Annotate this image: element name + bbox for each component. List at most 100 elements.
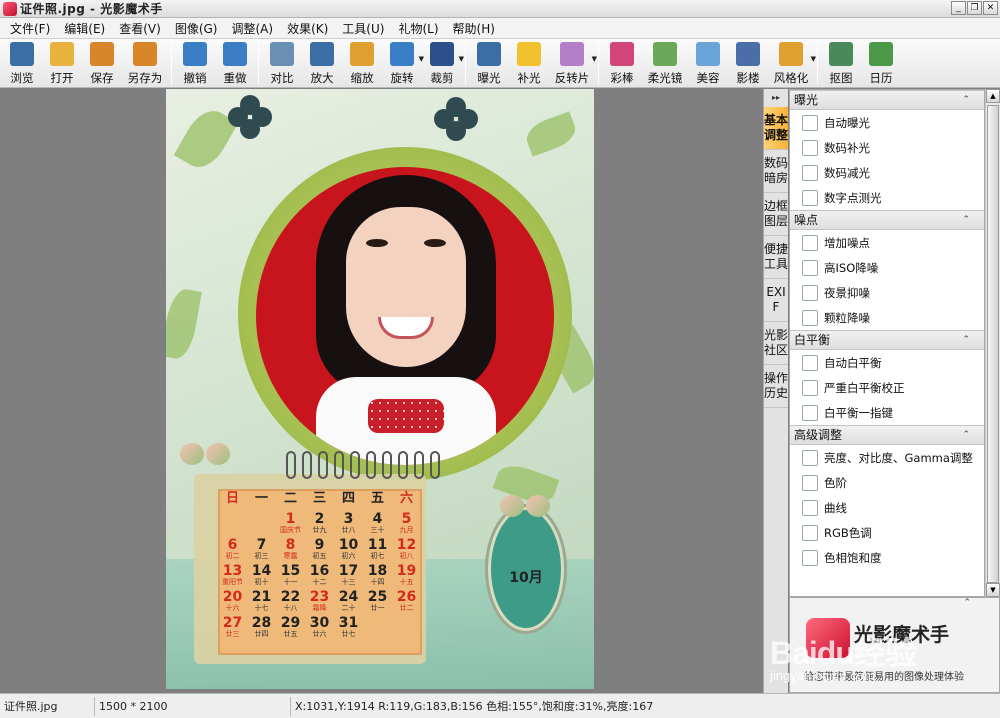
collapse-icon[interactable]: ⌃: [962, 211, 970, 230]
toolbar-button-crop[interactable]: 裁剪 ▼: [422, 39, 464, 86]
toolbar-button-rotate[interactable]: 旋转 ▼: [382, 39, 424, 86]
dropdown-arrow-icon[interactable]: ▼: [811, 55, 816, 63]
panel-item[interactable]: 色阶: [790, 470, 984, 495]
toolbar-label: 风格化: [773, 71, 809, 85]
toolbar-button-redo[interactable]: 重做: [215, 39, 255, 86]
lunar-date: 廿九: [312, 526, 327, 534]
night-denoise-icon: [802, 284, 818, 301]
panel-section-header[interactable]: 高级调整 ⌃: [790, 425, 984, 445]
panel-item[interactable]: 色相饱和度: [790, 545, 984, 570]
side-tab-4[interactable]: EXIF: [764, 279, 788, 322]
scroll-down-arrow[interactable]: ▼: [986, 583, 1000, 597]
panel-item-label: 自动曝光: [824, 115, 870, 130]
collapse-icon[interactable]: ⌃: [962, 426, 970, 445]
menu-tools[interactable]: 工具(U): [335, 20, 391, 37]
beauty-icon: [696, 42, 720, 66]
panel-item[interactable]: 颗粒降噪: [790, 305, 984, 330]
panel-scrollbar[interactable]: ▲ ▼: [985, 89, 1000, 597]
panel-item[interactable]: 数码补光: [790, 135, 984, 160]
toolbar-button-browse[interactable]: 浏览: [2, 39, 42, 86]
toolbar-label: 美容: [696, 71, 720, 85]
side-tab-2[interactable]: 边框图层: [764, 193, 788, 236]
scroll-up-arrow[interactable]: ▲: [986, 89, 1000, 103]
toolbar-button-calendar[interactable]: 日历: [861, 39, 901, 86]
menu-image[interactable]: 图像(G): [168, 20, 225, 37]
menu-help[interactable]: 帮助(H): [446, 20, 502, 37]
close-button[interactable]: ✕: [983, 1, 998, 15]
panel-item[interactable]: 数字点测光: [790, 185, 984, 210]
toolbar-button-color-wand[interactable]: 彩棒: [602, 39, 642, 86]
calendar-icon: [869, 42, 893, 66]
calendar-day: 13 重阳节: [218, 564, 247, 590]
calendar-day: 14 初十: [247, 564, 276, 590]
dropdown-arrow-icon[interactable]: ▼: [592, 55, 597, 63]
menu-edit[interactable]: 编辑(E): [57, 20, 112, 37]
toolbar-button-compare[interactable]: 对比: [262, 39, 302, 86]
side-tab-5[interactable]: 光影社区: [764, 322, 788, 365]
toolbar-button-resize[interactable]: 缩放: [342, 39, 382, 86]
lunar-date: 三十: [370, 526, 385, 534]
panel-item[interactable]: RGB色调: [790, 520, 984, 545]
menu-view[interactable]: 查看(V): [112, 20, 168, 37]
panel-item[interactable]: 夜景抑噪: [790, 280, 984, 305]
scroll-thumb[interactable]: [987, 105, 999, 583]
panel-item[interactable]: 白平衡一指键: [790, 400, 984, 425]
lunar-date: 十四: [370, 578, 385, 586]
toolbar-button-undo[interactable]: 撤销: [175, 39, 215, 86]
weekday-header: 二: [283, 491, 297, 506]
toolbar-button-soft-lens[interactable]: 柔光镜: [642, 39, 688, 86]
panel-item[interactable]: 增加噪点: [790, 230, 984, 255]
day-number: 26: [396, 589, 417, 605]
toolbar-button-save[interactable]: 保存: [82, 39, 122, 86]
weekday-header: 一: [254, 491, 268, 506]
toolbar-button-beauty[interactable]: 美容: [688, 39, 728, 86]
menu-file[interactable]: 文件(F): [3, 20, 57, 37]
side-tab-1[interactable]: 数码暗房: [764, 150, 788, 193]
day-number: 13: [222, 563, 243, 579]
menu-effects[interactable]: 效果(K): [280, 20, 335, 37]
menu-adjust[interactable]: 调整(A): [224, 20, 280, 37]
side-tab-6[interactable]: 操作历史: [764, 365, 788, 408]
panel-section-header[interactable]: 噪点 ⌃: [790, 210, 984, 230]
toolbar-button-zoom-in[interactable]: 放大: [302, 39, 342, 86]
dropdown-arrow-icon[interactable]: ▼: [459, 55, 464, 63]
toolbar-button-reversal-film[interactable]: 反转片 ▼: [549, 39, 597, 86]
toolbar-button-studio[interactable]: 影楼: [728, 39, 768, 86]
toolbar-button-save-as[interactable]: 另存为: [122, 39, 168, 86]
panel-item[interactable]: 自动曝光: [790, 110, 984, 135]
toolbar-button-cutout[interactable]: 抠图: [821, 39, 861, 86]
panel-section-header[interactable]: 曝光 ⌃: [790, 90, 984, 110]
day-number: 1: [285, 511, 296, 527]
collapse-icon[interactable]: ⌃: [962, 331, 970, 350]
side-tab-3[interactable]: 便捷工具: [764, 236, 788, 279]
toolbar-separator: [598, 42, 599, 84]
iso-denoise-icon: [802, 259, 818, 276]
collapse-panel-button[interactable]: ▸▸: [764, 89, 788, 107]
day-number: 16: [309, 563, 330, 579]
side-tab-0[interactable]: 基本调整: [764, 107, 788, 150]
menu-gifts[interactable]: 礼物(L): [391, 20, 445, 37]
panel-section-header[interactable]: 白平衡 ⌃: [790, 330, 984, 350]
collapse-icon[interactable]: ⌃: [962, 91, 970, 110]
collapse-promo-icon[interactable]: ⌃: [963, 598, 971, 608]
panel-item[interactable]: 数码减光: [790, 160, 984, 185]
panel-item[interactable]: 曲线: [790, 495, 984, 520]
color-wand-icon: [610, 42, 634, 66]
panel-item-label: RGB色调: [824, 525, 872, 540]
toolbar-button-exposure[interactable]: 曝光: [469, 39, 509, 86]
panel-item[interactable]: 自动白平衡: [790, 350, 984, 375]
panel-item[interactable]: 亮度、对比度、Gamma调整: [790, 445, 984, 470]
image-canvas[interactable]: 日一二三四五六 1 国庆节 2 廿九 3 廿八 4 三十 5 九月 6 初二 7 初三 8 寒露 9 初五 10 初六 1…: [0, 89, 762, 693]
panel-item[interactable]: 高ISO降噪: [790, 255, 984, 280]
day-number: 15: [280, 563, 301, 579]
toolbar-button-folder-open[interactable]: 打开: [42, 39, 82, 86]
day-number: 22: [280, 589, 301, 605]
panel-item[interactable]: 严重白平衡校正: [790, 375, 984, 400]
toolbar-button-fill-light[interactable]: 补光: [509, 39, 549, 86]
stylize-icon: [779, 42, 803, 66]
restore-button[interactable]: ❐: [967, 1, 982, 15]
grain-denoise-icon: [802, 309, 818, 326]
toolbar-button-stylize[interactable]: 风格化 ▼: [768, 39, 816, 86]
minimize-button[interactable]: _: [951, 1, 966, 15]
day-number: 28: [251, 615, 272, 631]
